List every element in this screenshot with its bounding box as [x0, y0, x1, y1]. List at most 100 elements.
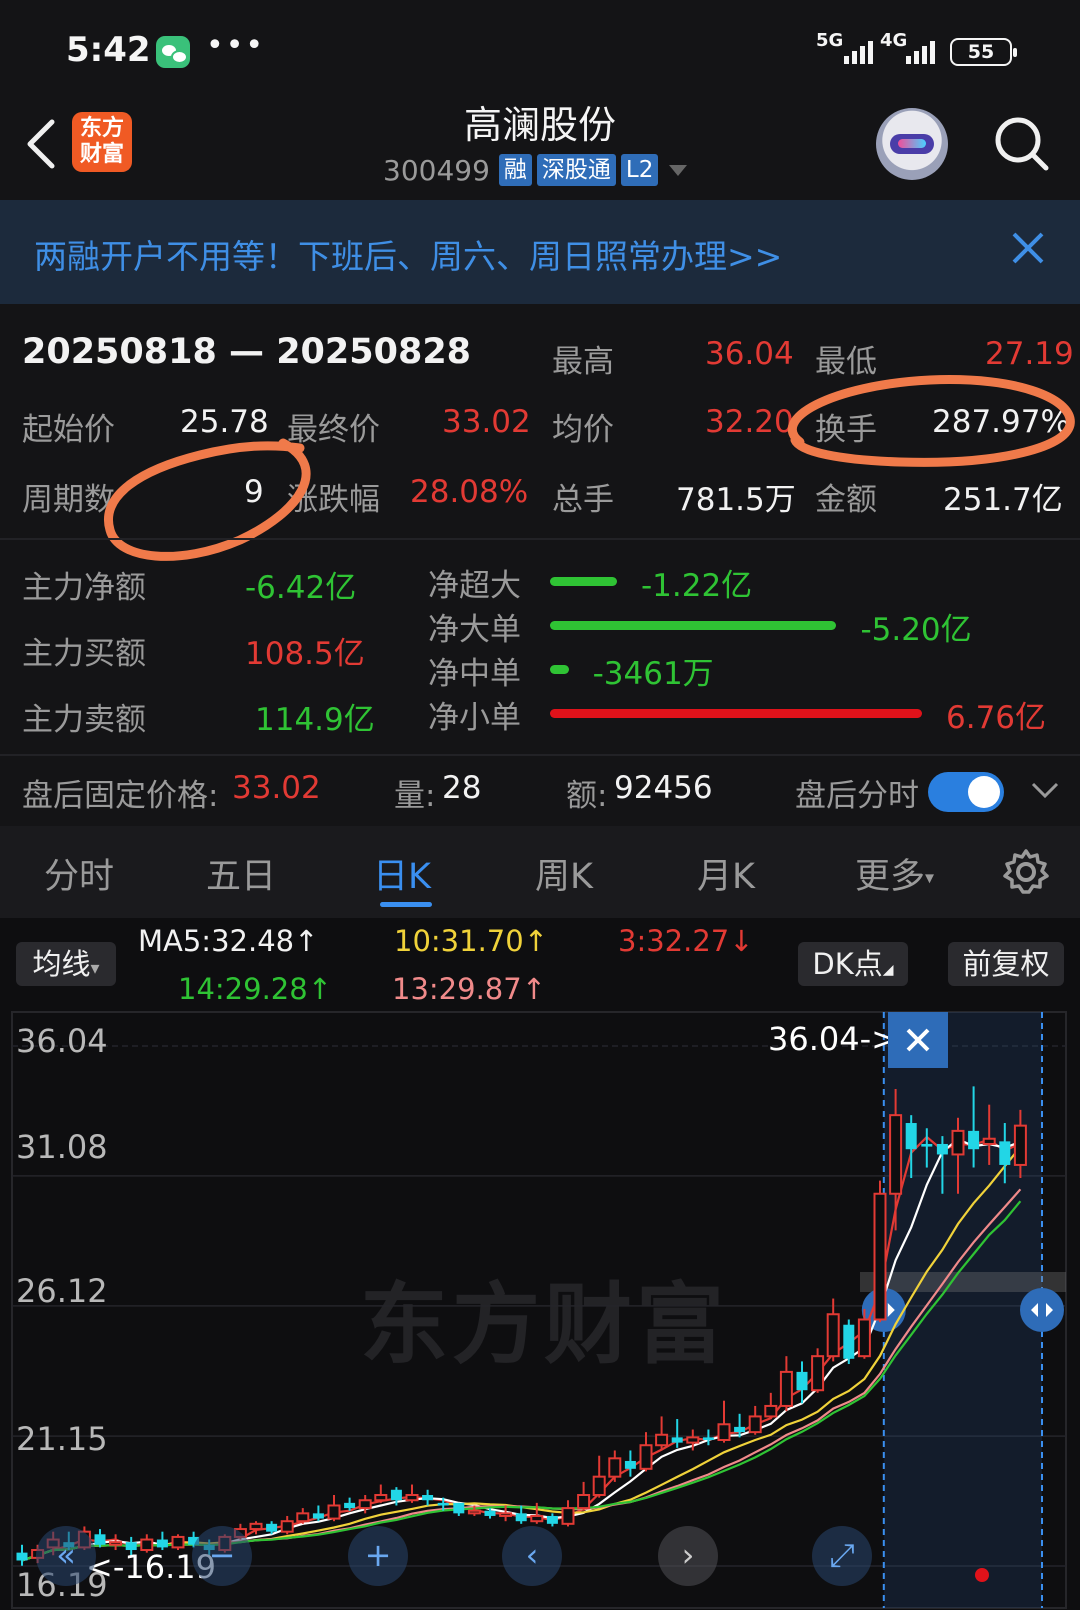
tab-more[interactable]: 更多▾: [855, 848, 934, 899]
candle-body: [171, 1535, 185, 1549]
flow-bar: [550, 709, 922, 718]
stock-subline[interactable]: 300499 融 深股通 L2: [383, 150, 688, 190]
candle-body: [467, 1509, 481, 1515]
tab-five-day[interactable]: 五日: [206, 848, 276, 899]
y-tick-label: 36.04: [16, 1022, 108, 1060]
fullscreen-icon[interactable]: ⤢: [812, 1526, 872, 1586]
search-icon[interactable]: [992, 114, 1052, 174]
candle-body: [405, 1494, 419, 1502]
candle-body: [577, 1494, 591, 1510]
tab-intraday[interactable]: 分时: [44, 848, 114, 899]
net-label-4g: 4G: [880, 30, 908, 51]
tab-weekly-k[interactable]: 周K: [535, 848, 593, 899]
candle-body: [266, 1523, 278, 1532]
candle-body: [499, 1512, 513, 1517]
end-price-value: 33.02: [442, 404, 531, 440]
after-hours-toggle[interactable]: [928, 772, 1004, 812]
after-hours-amt-label: 额:: [566, 778, 608, 814]
promo-banner-text[interactable]: 两融开户不用等！下班后、周六、周日照常办理>>: [34, 230, 782, 278]
candle-body: [484, 1510, 496, 1516]
flow-label: 净超大: [428, 568, 521, 604]
candle-body: [515, 1513, 527, 1522]
candle-body: [734, 1426, 746, 1433]
ma14-value: 14:29.28↑: [178, 972, 332, 1006]
dropdown-triangle-icon[interactable]: [669, 164, 688, 176]
cell-signal-4g-icon: 4G: [880, 30, 907, 51]
close-range-button[interactable]: [888, 1012, 948, 1068]
candle-body: [327, 1504, 341, 1520]
close-icon[interactable]: [1006, 226, 1050, 270]
zoom-out-icon[interactable]: −: [192, 1526, 252, 1586]
candle-body: [156, 1539, 168, 1548]
high-marker: 36.04->: [768, 1020, 898, 1058]
main-net-label: 主力净额: [22, 570, 146, 606]
candle-body: [826, 1313, 840, 1358]
status-bar: 5:42 ••• 5G 4G 55: [0, 0, 1080, 100]
ma13-text: 13:29.87: [392, 972, 522, 1006]
assistant-robot-icon[interactable]: [876, 108, 948, 180]
chevron-right-icon[interactable]: ›: [658, 1526, 718, 1586]
avg-price-value: 32.20: [705, 404, 794, 440]
candle-body: [873, 1192, 887, 1321]
ma13-value: 13:29.87↑: [392, 972, 546, 1006]
dropdown-triangle-icon: ▾: [925, 867, 935, 889]
stock-code: 300499: [383, 153, 490, 187]
candle-body: [546, 1515, 558, 1524]
flow-value: 6.76亿: [946, 700, 1047, 736]
start-price-label: 起始价: [22, 412, 115, 448]
candle-body: [453, 1502, 465, 1514]
candle-body: [390, 1489, 402, 1501]
marker-dot-icon: [975, 1568, 989, 1582]
flow-bar: [550, 665, 569, 674]
candle-body: [671, 1437, 683, 1443]
chevron-down-icon[interactable]: [1030, 780, 1060, 800]
ma13-line: [21, 1188, 1022, 1562]
flow-value: -3461万: [592, 656, 714, 692]
after-hours-vol-label: 量:: [394, 778, 436, 814]
candle-body: [748, 1415, 762, 1434]
wechat-notification-icon: [156, 36, 190, 68]
kline-chart[interactable]: [0, 1010, 1080, 1610]
change-label: 涨跌幅: [287, 482, 380, 518]
flow-label: 净大单: [428, 612, 521, 648]
candle-body: [592, 1475, 606, 1497]
candle-body: [857, 1318, 871, 1358]
candle-body: [624, 1460, 636, 1469]
adjust-mode-button[interactable]: 前复权: [948, 942, 1064, 986]
tab-daily-k[interactable]: 日K: [373, 848, 431, 899]
zoom-in-icon[interactable]: +: [348, 1526, 408, 1586]
candle-body: [94, 1534, 106, 1545]
candle-body: [422, 1495, 434, 1501]
y-tick-label: 31.08: [16, 1128, 108, 1166]
net-label-5g: 5G: [816, 30, 844, 51]
candle-body: [109, 1541, 123, 1546]
y-tick-label: 21.15: [16, 1420, 108, 1458]
candle-body: [717, 1423, 731, 1441]
tag-shenzhen-connect: 深股通: [536, 154, 616, 186]
candle-body: [968, 1130, 980, 1150]
candle-body: [843, 1324, 855, 1359]
divider: [0, 754, 1080, 756]
signal-bars-icon: [844, 38, 873, 64]
amount-label: 金额: [815, 482, 877, 518]
dk-point-label: DK点: [812, 947, 883, 981]
rewind-icon[interactable]: «: [36, 1526, 96, 1586]
end-price-label: 最终价: [287, 412, 380, 448]
after-hours-amt-value: 92456: [614, 770, 713, 806]
battery-icon: 55: [950, 38, 1017, 66]
after-hours-price-label: 盘后固定价格:: [22, 778, 219, 814]
candle-body: [437, 1502, 449, 1506]
turnover-value: 287.97%: [932, 404, 1070, 440]
ma3-value: 3:32.27↓: [618, 924, 754, 958]
dk-point-button[interactable]: DK点◢: [798, 942, 908, 986]
ma-select-button[interactable]: 均线▾: [16, 942, 116, 986]
ma14-text: 14:29.28: [178, 972, 308, 1006]
after-hours-vol-value: 28: [442, 770, 482, 806]
chevron-left-icon[interactable]: ‹: [502, 1526, 562, 1586]
tab-monthly-k[interactable]: 月K: [697, 848, 755, 899]
main-buy-label: 主力买额: [22, 636, 146, 672]
flow-label: 净小单: [428, 700, 521, 736]
candle-body: [16, 1552, 28, 1561]
gear-icon[interactable]: [1002, 848, 1050, 896]
ma14-arrow: ↑: [307, 972, 333, 1006]
